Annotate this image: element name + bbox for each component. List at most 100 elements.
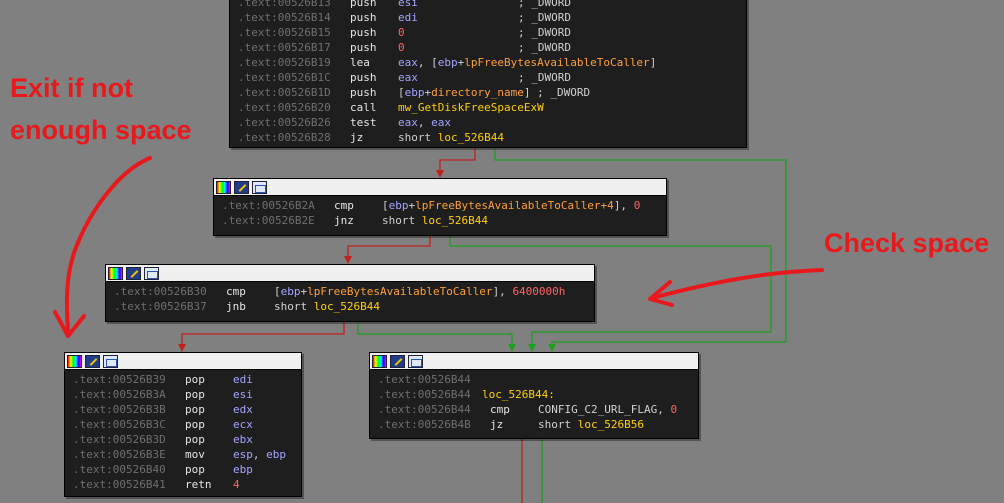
asm-operand: ebp xyxy=(266,448,286,461)
asm-line[interactable]: .text:00526B4B jz short loc_526B56 xyxy=(370,417,698,432)
asm-line[interactable]: .text:00526B14 push edi ; _DWORD xyxy=(230,10,746,25)
graph-overview-icon[interactable] xyxy=(408,354,423,368)
asm-operand: ebx xyxy=(233,433,253,446)
asm-line[interactable]: .text:00526B1C push eax ; _DWORD xyxy=(230,70,746,85)
edit-node-icon[interactable] xyxy=(85,354,100,368)
color-palette-icon[interactable] xyxy=(67,354,82,368)
asm-line[interactable]: .text:00526B44 loc_526B44: xyxy=(370,387,698,402)
asm-line[interactable]: .text:00526B26 test eax, eax xyxy=(230,115,746,130)
asm-operand: , xyxy=(417,116,432,129)
asm-operand-variable[interactable]: directory_name xyxy=(431,86,524,99)
asm-operands: CONFIG_C2_URL_FLAG, 0 xyxy=(538,402,677,417)
asm-mnemonic: cmp xyxy=(490,403,510,416)
asm-line[interactable]: .text:00526B3B pop edx xyxy=(65,402,301,417)
asm-operands: short loc_526B44 xyxy=(274,299,380,314)
graph-overview-icon[interactable] xyxy=(144,266,159,280)
asm-operand-label[interactable]: mw_GetDiskFreeSpaceExW xyxy=(398,101,544,114)
asm-line[interactable]: .text:00526B2A cmp [ebp+lpFreeBytesAvailab… xyxy=(214,198,666,213)
asm-line[interactable]: .text:00526B28 jz short loc_526B44 xyxy=(230,130,746,145)
asm-line[interactable]: .text:00526B40 pop ebp xyxy=(65,462,301,477)
edge-cmp-high-to-cmp-low xyxy=(347,234,431,257)
asm-line[interactable]: .text:00526B3E mov esp, ebp xyxy=(65,447,301,462)
asm-line[interactable]: .text:00526B17 push 0 ; _DWORD xyxy=(230,40,746,55)
asm-line[interactable]: .text:00526B3C pop ecx xyxy=(65,417,301,432)
asm-operand-variable[interactable]: lpFreeBytesAvailableToCaller+4 xyxy=(415,199,614,212)
asm-line[interactable]: .text:00526B39 pop edi xyxy=(65,372,301,387)
color-palette-icon[interactable] xyxy=(216,180,231,194)
asm-operands: edx xyxy=(233,402,253,417)
asm-operands: esi xyxy=(233,387,253,402)
asm-address: .text:00526B3A xyxy=(73,388,166,401)
graph-overview-icon[interactable] xyxy=(103,354,118,368)
asm-operand: edi xyxy=(398,11,418,24)
asm-address: .text:00526B2E xyxy=(222,214,315,227)
asm-operand: 4 xyxy=(233,478,240,491)
asm-mnemonic: push xyxy=(350,41,377,54)
asm-operand: edx xyxy=(233,403,253,416)
annotation-arrow-check xyxy=(650,268,824,300)
asm-operand: CONFIG_C2_URL_FLAG xyxy=(538,403,658,416)
asm-line[interactable]: .text:00526B19 lea eax, [ebp+lpFreeBytesAv… xyxy=(230,55,746,70)
asm-operands: ecx xyxy=(233,417,253,432)
asm-operand-label[interactable]: loc_526B44 xyxy=(438,131,504,144)
asm-line[interactable]: .text:00526B44 cmp CONFIG_C2_URL_FLAG, 0 xyxy=(370,402,698,417)
code-block-cmp-high-dword[interactable]: .text:00526B2A cmp [ebp+lpFreeBytesAvailab… xyxy=(213,178,667,236)
asm-line[interactable]: .text:00526B30 cmp [ebp+lpFreeBytesAvailab… xyxy=(106,284,594,299)
asm-operand-label[interactable]: loc_526B44 xyxy=(422,214,488,227)
graph-overview-icon[interactable] xyxy=(252,180,267,194)
code-block-get-disk-free-space[interactable]: .text:00526B13 push esi; _DWORD .text:00526… xyxy=(229,0,747,148)
asm-line[interactable]: .text:00526B2E jnz short loc_526B44 xyxy=(214,213,666,228)
asm-operand-label[interactable]: loc_526B56 xyxy=(578,418,644,431)
asm-line[interactable]: .text:00526B41 retn 4 xyxy=(65,477,301,492)
edit-node-icon[interactable] xyxy=(126,266,141,280)
asm-line[interactable]: .text:00526B44 xyxy=(370,372,698,387)
asm-operand-variable[interactable]: lpFreeBytesAvailableToCaller xyxy=(307,285,492,298)
asm-operand: esi xyxy=(398,0,418,9)
asm-address: .text:00526B39 xyxy=(73,373,166,386)
color-palette-icon[interactable] xyxy=(108,266,123,280)
arrow-head xyxy=(178,344,186,352)
asm-operand: , xyxy=(252,448,267,461)
color-palette-icon[interactable] xyxy=(372,354,387,368)
asm-operand: 0 xyxy=(398,41,405,54)
code-block-cmp-low-dword[interactable]: .text:00526B30 cmp [ebp+lpFreeBytesAvailab… xyxy=(105,264,595,322)
asm-label[interactable]: loc_526B44: xyxy=(482,387,555,402)
asm-line[interactable]: .text:00526B15 push 0 ; _DWORD xyxy=(230,25,746,40)
code-block-loc-526b44[interactable]: .text:00526B44 .text:00526B44 loc_526B44:.… xyxy=(369,352,699,439)
asm-operand-label[interactable]: loc_526B44 xyxy=(314,300,380,313)
edge-top-to-cmp-high xyxy=(439,147,476,172)
asm-operands: [ebp+directory_name] ; _DWORD xyxy=(398,85,590,100)
asm-comment: ; _DWORD xyxy=(518,11,571,24)
asm-operand: ebp xyxy=(388,199,409,212)
asm-line[interactable]: .text:00526B3D pop ebx xyxy=(65,432,301,447)
block-header xyxy=(65,353,301,370)
asm-mnemonic: lea xyxy=(350,56,370,69)
asm-operand: ebp xyxy=(233,463,253,476)
code-block-exit[interactable]: .text:00526B39 pop edi .text:00526B3A pop esi… xyxy=(64,352,302,497)
asm-line[interactable]: .text:00526B13 push esi ; _DWORD xyxy=(230,0,746,10)
asm-operands: mw_GetDiskFreeSpaceExW xyxy=(398,100,544,115)
asm-line[interactable]: .text:00526B37 jnb short loc_526B44 xyxy=(106,299,594,314)
asm-operands: [ebp+lpFreeBytesAvailableToCaller], 6400… xyxy=(274,284,565,299)
asm-address: .text:00526B20 xyxy=(238,101,331,114)
asm-line[interactable]: .text:00526B1D push [ebp+directory_name] ;… xyxy=(230,85,746,100)
asm-operand: 0 xyxy=(633,199,641,212)
block-lines: .text:00526B44 .text:00526B44 loc_526B44:.… xyxy=(370,370,698,432)
asm-operand: short xyxy=(382,214,422,227)
asm-operands: 0 xyxy=(398,40,405,55)
edit-node-icon[interactable] xyxy=(234,180,249,194)
block-lines: .text:00526B2A cmp [ebp+lpFreeBytesAvailab… xyxy=(214,196,666,228)
asm-comment: ; _DWORD xyxy=(518,71,571,84)
arrow-head xyxy=(528,344,536,352)
asm-operands: ebp xyxy=(233,462,253,477)
asm-operand: short xyxy=(274,300,314,313)
edit-node-icon[interactable] xyxy=(390,354,405,368)
asm-mnemonic: push xyxy=(350,0,377,9)
asm-line[interactable]: .text:00526B20 call mw_GetDiskFreeSpaceExW xyxy=(230,100,746,115)
arrow-head xyxy=(508,344,516,352)
asm-operand-variable[interactable]: lpFreeBytesAvailableToCaller xyxy=(464,56,649,69)
asm-mnemonic: jnz xyxy=(334,214,354,227)
asm-line[interactable]: .text:00526B3A pop esi xyxy=(65,387,301,402)
asm-mnemonic: jz xyxy=(490,418,504,431)
asm-operand: ], xyxy=(492,285,513,298)
